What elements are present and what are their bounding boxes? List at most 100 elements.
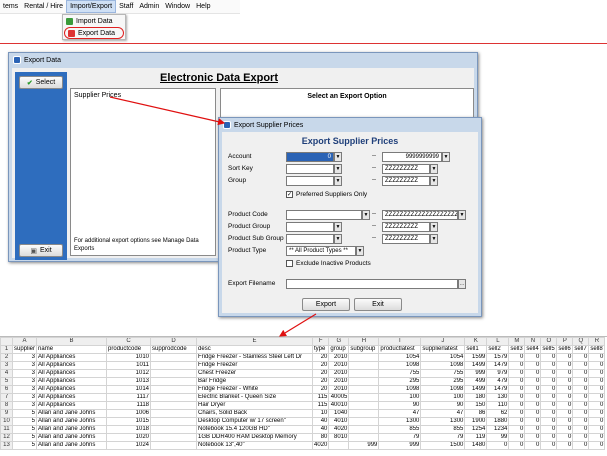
menu-admin[interactable]: Admin <box>136 3 162 10</box>
table-cell[interactable]: 0 <box>556 377 574 386</box>
table-cell[interactable]: Allan and Jane Johns <box>36 409 108 418</box>
table-cell[interactable]: 20 <box>312 385 330 394</box>
table-cell[interactable] <box>150 401 198 410</box>
account-to-field[interactable]: 9999999999 <box>382 152 442 162</box>
table-cell[interactable]: 0 <box>508 409 526 418</box>
table-cell[interactable]: supplier <box>11 345 38 354</box>
table-cell[interactable]: 80 <box>312 433 330 442</box>
table-cell[interactable]: 295 <box>420 377 466 386</box>
column-header[interactable]: H <box>348 337 380 346</box>
table-cell[interactable]: 40 <box>312 425 330 434</box>
export-data-titlebar[interactable]: Export Data <box>9 53 477 67</box>
table-cell[interactable]: 5 <box>11 425 38 434</box>
table-cell[interactable]: supprodcode <box>150 345 198 354</box>
table-cell[interactable]: 0 <box>508 377 526 386</box>
table-cell[interactable]: 0 <box>572 385 590 394</box>
table-cell[interactable]: 0 <box>524 385 542 394</box>
column-header[interactable]: L <box>486 337 510 346</box>
exit-button[interactable]: Exit <box>354 298 402 311</box>
table-cell[interactable]: 2010 <box>328 361 350 370</box>
table-cell[interactable]: Fridge Freezer <box>196 361 314 370</box>
table-cell[interactable]: 1234 <box>486 425 510 434</box>
table-cell[interactable]: Notebook 15.4 120GB HD" <box>196 425 314 434</box>
table-cell[interactable]: 5 <box>11 417 38 426</box>
table-cell[interactable]: 3 <box>11 401 38 410</box>
table-cell[interactable]: sell8 <box>588 345 606 354</box>
table-cell[interactable]: Fridge Freezer - Stainless Steel Left Dr <box>196 353 314 362</box>
table-cell[interactable]: 115 <box>312 401 330 410</box>
table-cell[interactable]: subgroup <box>348 345 380 354</box>
table-cell[interactable]: 150 <box>464 401 488 410</box>
table-cell[interactable]: 3 <box>11 385 38 394</box>
table-cell[interactable]: 130 <box>486 393 510 402</box>
table-cell[interactable]: 0 <box>508 361 526 370</box>
preferred-suppliers-checkbox[interactable]: ✓ <box>286 191 293 198</box>
table-cell[interactable]: 1018 <box>106 425 152 434</box>
table-cell[interactable]: 0 <box>588 417 606 426</box>
table-cell[interactable]: 0 <box>572 361 590 370</box>
table-cell[interactable]: 1479 <box>486 361 510 370</box>
menu-item-import-data[interactable]: Import Data <box>63 15 125 27</box>
table-cell[interactable]: 0 <box>588 353 606 362</box>
table-cell[interactable]: 1098 <box>378 385 422 394</box>
table-cell[interactable]: 0 <box>540 377 558 386</box>
table-cell[interactable]: sell5 <box>540 345 558 354</box>
row-header[interactable]: 7 <box>0 393 13 402</box>
supplier-prices-titlebar[interactable]: Export Supplier Prices <box>219 118 481 132</box>
table-cell[interactable]: 5 <box>11 409 38 418</box>
select-button[interactable]: ✔ Select <box>19 76 63 89</box>
table-cell[interactable]: 1011 <box>106 361 152 370</box>
table-cell[interactable]: type <box>312 345 330 354</box>
table-cell[interactable]: Chairs, Solid Back <box>196 409 314 418</box>
column-header[interactable]: N <box>524 337 542 346</box>
table-cell[interactable]: 40010 <box>328 401 350 410</box>
table-cell[interactable]: 47 <box>420 409 466 418</box>
table-cell[interactable] <box>150 369 198 378</box>
table-cell[interactable]: 20 <box>312 353 330 362</box>
row-header[interactable]: 3 <box>0 361 13 370</box>
column-header[interactable]: I <box>378 337 422 346</box>
table-cell[interactable]: 1013 <box>106 377 152 386</box>
table-cell[interactable]: 979 <box>486 369 510 378</box>
table-cell[interactable]: 1499 <box>464 361 488 370</box>
menu-help[interactable]: Help <box>193 3 213 10</box>
table-cell[interactable]: 90 <box>378 401 422 410</box>
table-cell[interactable]: 1098 <box>420 385 466 394</box>
table-cell[interactable]: 1254 <box>464 425 488 434</box>
table-cell[interactable] <box>328 441 350 450</box>
row-header[interactable]: 8 <box>0 401 13 410</box>
table-cell[interactable]: 3 <box>11 353 38 362</box>
table-cell[interactable] <box>150 377 198 386</box>
table-cell[interactable]: name <box>36 345 108 354</box>
table-cell[interactable]: 855 <box>420 425 466 434</box>
table-cell[interactable] <box>150 425 198 434</box>
table-cell[interactable] <box>348 353 380 362</box>
account-from-dropdown[interactable]: ▼ <box>334 152 342 162</box>
table-cell[interactable]: 1GB DDR400 RAM Desktop Memory <box>196 433 314 442</box>
table-cell[interactable]: 0 <box>524 377 542 386</box>
table-cell[interactable]: 0 <box>588 393 606 402</box>
table-cell[interactable]: 4020 <box>312 441 330 450</box>
table-cell[interactable]: 0 <box>508 441 526 450</box>
table-cell[interactable]: 0 <box>540 441 558 450</box>
export-filename-field[interactable] <box>286 279 458 289</box>
table-cell[interactable]: 0 <box>556 353 574 362</box>
table-cell[interactable] <box>150 385 198 394</box>
table-cell[interactable]: 10 <box>312 409 330 418</box>
table-cell[interactable]: 1117 <box>106 393 152 402</box>
table-cell[interactable]: 999 <box>348 441 380 450</box>
column-header[interactable]: Q <box>572 337 590 346</box>
table-cell[interactable]: 3 <box>11 377 38 386</box>
table-cell[interactable]: 0 <box>540 369 558 378</box>
column-header[interactable]: E <box>196 337 314 346</box>
table-cell[interactable]: 1480 <box>464 441 488 450</box>
table-cell[interactable]: 3 <box>11 369 38 378</box>
product-code-to-dropdown[interactable]: ▼ <box>458 210 466 220</box>
table-cell[interactable]: 20 <box>312 377 330 386</box>
table-cell[interactable]: 0 <box>540 409 558 418</box>
table-cell[interactable] <box>348 409 380 418</box>
table-cell[interactable]: 0 <box>572 401 590 410</box>
table-cell[interactable]: Allan and Jane Johns <box>36 425 108 434</box>
table-cell[interactable]: 0 <box>540 385 558 394</box>
table-cell[interactable]: 1300 <box>420 417 466 426</box>
